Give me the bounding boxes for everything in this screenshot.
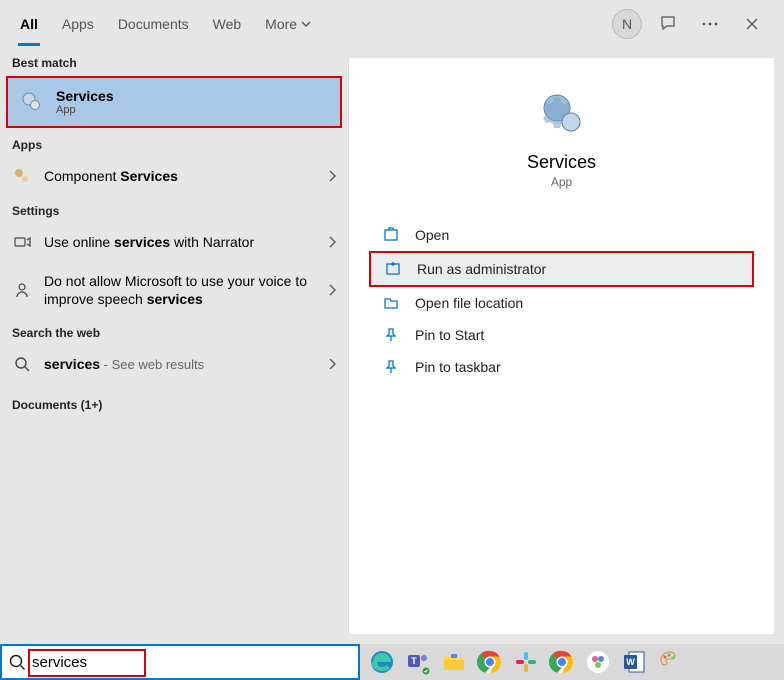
taskbar-slack[interactable] xyxy=(510,646,542,678)
admin-icon xyxy=(383,261,403,277)
action-open-file-location[interactable]: Open file location xyxy=(369,287,754,319)
web-result-services[interactable]: services - See web results xyxy=(0,344,348,384)
taskbar-chrome[interactable] xyxy=(474,646,506,678)
tab-more[interactable]: More xyxy=(253,2,323,46)
best-match-result[interactable]: Services App xyxy=(6,76,342,128)
svg-text:W: W xyxy=(626,657,635,667)
chevron-right-icon xyxy=(328,170,336,182)
close-icon xyxy=(745,17,759,31)
search-icon xyxy=(8,653,26,671)
svg-text:T: T xyxy=(411,656,417,666)
chevron-right-icon xyxy=(328,358,336,370)
settings-header: Settings xyxy=(0,196,348,222)
search-window: All Apps Documents Web More N Best match xyxy=(0,0,784,644)
best-match-subtitle: App xyxy=(56,104,114,116)
taskbar-paint[interactable] xyxy=(654,646,686,678)
preview-title: Services xyxy=(369,152,754,173)
tab-all[interactable]: All xyxy=(8,2,50,46)
user-avatar[interactable]: N xyxy=(612,9,642,39)
chevron-right-icon xyxy=(328,236,336,248)
taskbar-teams[interactable]: T xyxy=(402,646,434,678)
search-icon xyxy=(12,354,32,374)
taskbar: T W xyxy=(360,644,784,680)
component-services-icon xyxy=(12,166,32,186)
tab-apps[interactable]: Apps xyxy=(50,2,106,46)
best-match-title: Services xyxy=(56,88,114,104)
taskbar-chrome-2[interactable] xyxy=(546,646,578,678)
close-button[interactable] xyxy=(736,8,768,40)
setting-speech-services[interactable]: Do not allow Microsoft to use your voice… xyxy=(0,262,348,318)
documents-header[interactable]: Documents (1+) xyxy=(0,384,348,416)
search-input[interactable] xyxy=(32,654,352,671)
search-web-header: Search the web xyxy=(0,318,348,344)
more-options-button[interactable] xyxy=(694,8,726,40)
folder-icon xyxy=(381,295,401,311)
search-bar[interactable] xyxy=(0,644,360,680)
narrator-icon xyxy=(12,232,32,252)
feedback-button[interactable] xyxy=(652,8,684,40)
action-run-as-administrator[interactable]: Run as administrator xyxy=(369,251,754,287)
pin-taskbar-icon xyxy=(381,359,401,375)
chevron-down-icon xyxy=(301,21,311,27)
best-match-header: Best match xyxy=(0,48,348,74)
action-open[interactable]: Open xyxy=(369,219,754,251)
services-app-icon xyxy=(537,88,587,138)
open-icon xyxy=(381,227,401,243)
apps-header: Apps xyxy=(0,130,348,156)
taskbar-explorer[interactable] xyxy=(438,646,470,678)
filter-tabs: All Apps Documents Web More N xyxy=(0,0,784,48)
tab-documents[interactable]: Documents xyxy=(106,2,201,46)
app-result-component-services[interactable]: Component Services xyxy=(0,156,348,196)
results-panel: Best match Services App Apps Component S… xyxy=(0,48,348,644)
taskbar-word[interactable]: W xyxy=(618,646,650,678)
setting-narrator-services[interactable]: Use online services with Narrator xyxy=(0,222,348,262)
preview-hero: Services App xyxy=(369,88,754,189)
chevron-right-icon xyxy=(328,284,336,296)
tab-web[interactable]: Web xyxy=(201,2,254,46)
pin-start-icon xyxy=(381,327,401,343)
action-pin-to-start[interactable]: Pin to Start xyxy=(369,319,754,351)
services-icon xyxy=(20,90,44,114)
taskbar-edge[interactable] xyxy=(366,646,398,678)
taskbar-app-pink[interactable] xyxy=(582,646,614,678)
feedback-icon xyxy=(659,15,677,33)
ellipsis-icon xyxy=(701,22,719,26)
speech-icon xyxy=(12,280,32,300)
action-pin-to-taskbar[interactable]: Pin to taskbar xyxy=(369,351,754,383)
preview-panel: Services App Open Run as administrator xyxy=(348,58,774,634)
preview-subtitle: App xyxy=(369,175,754,189)
